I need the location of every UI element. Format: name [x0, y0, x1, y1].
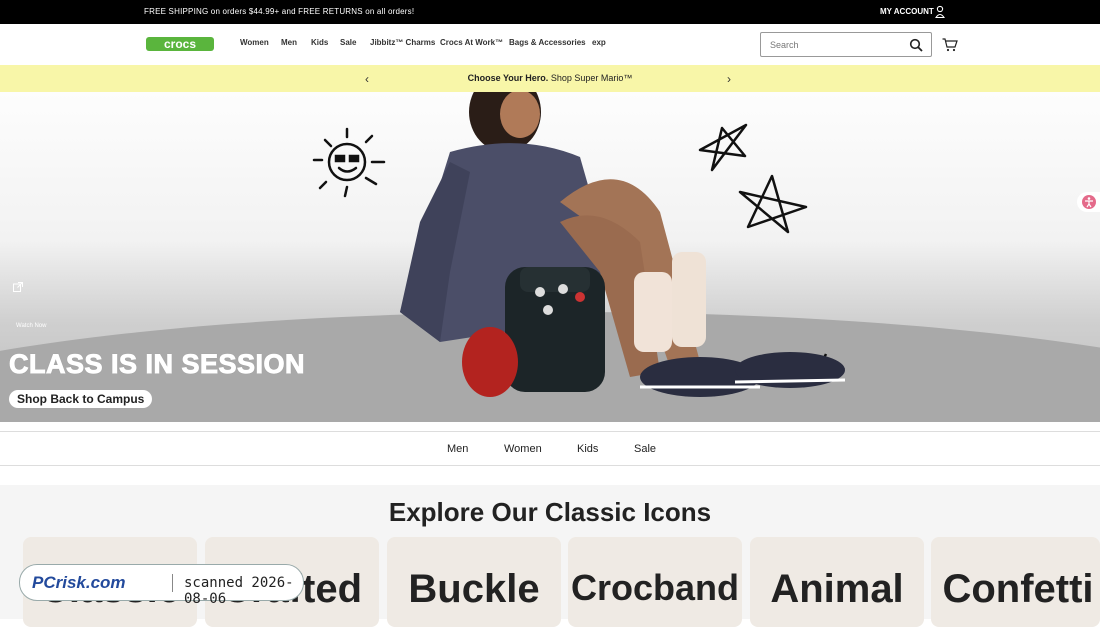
nav-women[interactable]: Women	[240, 38, 269, 47]
watch-now-link[interactable]: Watch Now	[16, 323, 46, 329]
explore-title: Explore Our Classic Icons	[388, 497, 712, 527]
hero-headline: CLASS IS IN SESSION	[8, 349, 306, 380]
chevron-right-icon[interactable]: ›	[727, 72, 731, 86]
nav-men[interactable]: Men	[281, 38, 297, 47]
nav-sale[interactable]: Sale	[340, 38, 356, 47]
promo-bar: FREE SHIPPING on orders $44.99+ and FREE…	[0, 0, 1100, 24]
cart-icon[interactable]	[942, 38, 958, 52]
category-women[interactable]: Women	[504, 443, 542, 455]
star-doodles	[698, 123, 808, 234]
card-label: Buckle	[408, 567, 540, 611]
nav-exp[interactable]: exp	[592, 38, 606, 47]
icon-card-confetti[interactable]: Confetti	[931, 537, 1100, 627]
watermark-scan-text: scanned 2026-08-06	[184, 575, 294, 607]
carousel-headline: Choose Your Hero.	[467, 73, 549, 83]
external-link-icon[interactable]	[13, 282, 23, 292]
sun-doodle	[312, 127, 386, 198]
scan-watermark: PCrisk.com scanned 2026-08-06	[19, 564, 304, 607]
card-label: Animal	[770, 567, 904, 611]
my-account-link[interactable]: MY ACCOUNT	[880, 7, 934, 16]
user-icon[interactable]	[935, 5, 945, 18]
icon-card-animal[interactable]: Animal	[750, 537, 924, 627]
icon-card-crocband[interactable]: Crocband	[568, 537, 742, 627]
shop-back-to-campus-button[interactable]: Shop Back to Campus	[9, 390, 153, 408]
hero-banner[interactable]: Watch Now CLASS IS IN SESSION Shop Back …	[0, 92, 1100, 422]
logo-text: crocs	[164, 37, 196, 51]
category-kids[interactable]: Kids	[577, 443, 598, 455]
category-sale[interactable]: Sale	[634, 443, 656, 455]
watermark-brand: PCrisk.com	[32, 573, 126, 592]
nav-kids[interactable]: Kids	[311, 38, 328, 47]
icon-card-buckle[interactable]: Buckle	[387, 537, 561, 627]
accessibility-badge[interactable]	[1077, 192, 1100, 212]
site-header: crocs Women Men Kids Sale Jibbitz™ Charm…	[0, 24, 1100, 65]
nav-crocs-at-work[interactable]: Crocs At Work™	[440, 38, 503, 47]
card-label: Crocband	[570, 567, 739, 608]
category-nav: Men Women Kids Sale	[0, 431, 1100, 466]
search-input[interactable]: Search	[770, 40, 799, 50]
category-men[interactable]: Men	[447, 443, 468, 455]
watermark-divider	[172, 574, 173, 592]
carousel-link[interactable]: Shop Super Mario™	[551, 73, 633, 83]
card-label: Confetti	[942, 567, 1094, 611]
search-box[interactable]: Search	[760, 32, 932, 57]
nav-jibbitz[interactable]: Jibbitz™ Charms	[370, 38, 435, 47]
carousel-message: Choose Your Hero. Shop Super Mario™	[0, 73, 1100, 83]
crocs-logo[interactable]: crocs	[146, 36, 216, 52]
nav-bags-accessories[interactable]: Bags & Accessories	[509, 38, 586, 47]
promo-link[interactable]: FREE SHIPPING on orders $44.99+ and FREE…	[144, 7, 414, 16]
accessibility-icon[interactable]	[1077, 192, 1097, 212]
promo-carousel: ‹ Choose Your Hero. Shop Super Mario™ ›	[0, 65, 1100, 92]
search-icon[interactable]	[909, 38, 923, 52]
